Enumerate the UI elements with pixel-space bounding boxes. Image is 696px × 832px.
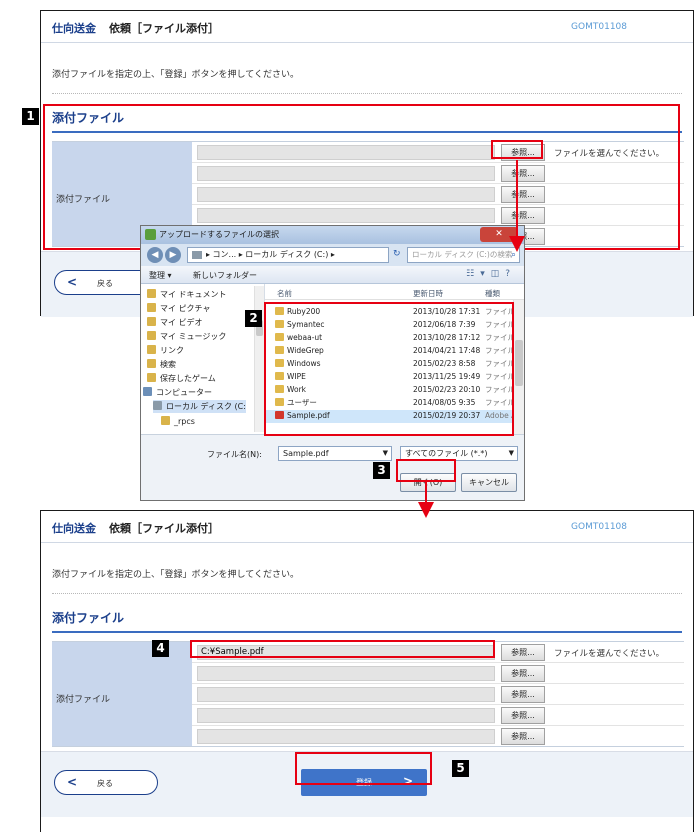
nav-item[interactable]: マイ ミュージック — [147, 330, 226, 343]
divider — [52, 593, 682, 594]
section-title: 添付ファイル — [52, 611, 125, 625]
highlight-file-list — [264, 302, 514, 436]
game-icon — [147, 373, 156, 382]
filename-value: Sample.pdf — [283, 449, 329, 458]
file-input[interactable] — [197, 729, 495, 744]
back-arrow-icon[interactable]: ◀ — [147, 247, 163, 263]
drive-icon — [192, 251, 202, 259]
filename-input[interactable]: Sample.pdf ▼ — [278, 446, 392, 461]
step-1-marker: 1 — [22, 108, 39, 125]
nav-item[interactable]: リンク — [147, 344, 184, 357]
back-label: 戻る — [97, 279, 113, 288]
dialog-toolbar: 整理 ▾ 新しいフォルダー ☷▾◫? — [141, 266, 524, 284]
address-field[interactable]: ▸ コン... ▸ ローカル ディスク (C:) ▸ — [187, 247, 389, 263]
section-underline — [52, 631, 682, 633]
step-4-marker: 4 — [152, 640, 169, 657]
chevron-down-icon[interactable]: ▼ — [383, 447, 388, 460]
browse-button[interactable]: 参照... — [501, 707, 545, 724]
folder-icon — [161, 416, 170, 425]
column-type[interactable]: 種類 — [485, 288, 500, 299]
file-input[interactable] — [197, 666, 495, 681]
nav-item[interactable]: コンピューター — [143, 386, 212, 399]
view-icon[interactable]: ☷▾◫? — [466, 269, 516, 279]
column-name[interactable]: 名前 — [277, 288, 292, 299]
nav-item[interactable]: 検索 — [147, 358, 176, 371]
link-icon — [147, 345, 156, 354]
file-note: ファイルを選んでください。 — [554, 649, 665, 659]
close-icon[interactable]: ✕ — [480, 227, 518, 242]
highlight-file-input — [190, 640, 495, 658]
folder-icon — [147, 303, 156, 312]
highlight-register-button — [295, 752, 432, 785]
navigation-pane: マイ ドキュメント マイ ピクチャ マイ ビデオ マイ ミュージック リンク 検… — [141, 284, 265, 434]
scroll-thumb[interactable] — [515, 340, 523, 386]
page-title: 仕向送金 — [52, 522, 96, 535]
instruction-text: 添付ファイルを指定の上、「登録」ボタンを押してください。 — [52, 570, 299, 580]
browser-icon — [145, 229, 156, 240]
chevron-left-icon: < — [67, 775, 78, 789]
file-row: 参照... — [192, 705, 684, 726]
folder-icon — [147, 289, 156, 298]
dialog-titlebar: アップロードするファイルの選択 ✕ — [141, 226, 524, 244]
browse-button[interactable]: 参照... — [501, 728, 545, 745]
dialog-bottom: ファイル名(N): Sample.pdf ▼ すべてのファイル (*.*) ▼ … — [141, 434, 524, 500]
file-row: 参照... — [192, 663, 684, 684]
refresh-icon[interactable]: ↻ — [393, 249, 401, 259]
attachment-label-cell: 添付ファイル — [52, 642, 192, 746]
folder-icon — [147, 317, 156, 326]
nav-item[interactable]: 保存したゲーム — [147, 372, 216, 385]
cancel-button[interactable]: キャンセル — [461, 473, 517, 492]
filename-label: ファイル名(N): — [207, 450, 262, 459]
step-3-marker: 3 — [373, 462, 390, 479]
computer-icon — [143, 387, 152, 396]
chevron-down-icon[interactable]: ▼ — [509, 447, 514, 460]
search-icon: ⌕ — [510, 250, 516, 260]
page-header: 仕向送金 依頼［ファイル添付］ GOMT01108 — [41, 11, 693, 43]
file-input[interactable] — [197, 687, 495, 702]
divider — [52, 93, 682, 94]
browse-button[interactable]: 参照... — [501, 644, 545, 661]
column-date[interactable]: 更新日時 — [413, 288, 443, 299]
new-folder-button[interactable]: 新しいフォルダー — [193, 270, 257, 281]
dialog-title: アップロードするファイルの選択 — [159, 230, 279, 239]
search-placeholder: ローカル ディスク (C:)の検索 — [412, 250, 513, 259]
page-subtitle: 依頼［ファイル添付］ — [109, 22, 219, 35]
file-row: 参照... — [192, 726, 684, 747]
filetype-value: すべてのファイル (*.*) — [405, 449, 488, 458]
attachment-label: 添付ファイル — [56, 695, 111, 705]
search-input[interactable]: ローカル ディスク (C:)の検索 ⌕ — [407, 247, 520, 263]
nav-item[interactable]: マイ ドキュメント — [147, 288, 227, 301]
file-input[interactable] — [197, 708, 495, 723]
search-icon — [147, 359, 156, 368]
back-label: 戻る — [97, 779, 113, 788]
drive-icon — [153, 401, 162, 410]
highlight-open-button — [396, 459, 456, 482]
address-bar: ◀ ▶ ▸ コン... ▸ ローカル ディスク (C:) ▸ ↻ ローカル ディ… — [141, 244, 524, 266]
list-scrollbar[interactable] — [513, 300, 524, 434]
screen-code: GOMT01108 — [571, 22, 627, 32]
file-row: 参照... — [192, 684, 684, 705]
nav-item[interactable]: _rpcs — [161, 415, 195, 428]
page-header: 仕向送金 依頼［ファイル添付］ GOMT01108 — [41, 511, 693, 543]
organize-button[interactable]: 整理 ▾ — [149, 270, 172, 281]
music-icon — [147, 331, 156, 340]
nav-item[interactable]: ローカル ディスク (C: — [153, 400, 246, 413]
page-subtitle: 依頼［ファイル添付］ — [109, 522, 219, 535]
address-path: ▸ コン... ▸ ローカル ディスク (C:) ▸ — [206, 250, 335, 259]
step-2-marker: 2 — [245, 310, 262, 327]
nav-item[interactable]: マイ ビデオ — [147, 316, 203, 329]
back-button[interactable]: < 戻る — [54, 770, 158, 795]
browse-button[interactable]: 参照... — [501, 665, 545, 682]
nav-scrollbar[interactable] — [254, 286, 264, 432]
nav-item[interactable]: マイ ピクチャ — [147, 302, 210, 315]
page-title: 仕向送金 — [52, 22, 96, 35]
instruction-text: 添付ファイルを指定の上、「登録」ボタンを押してください。 — [52, 70, 299, 80]
step-5-marker: 5 — [452, 760, 469, 777]
file-list-header: 名前 更新日時 種類 — [265, 284, 524, 300]
forward-arrow-icon[interactable]: ▶ — [165, 247, 181, 263]
chevron-left-icon: < — [67, 275, 78, 289]
highlight-browse-button — [491, 140, 543, 159]
screen-code: GOMT01108 — [571, 522, 627, 532]
browse-button[interactable]: 参照... — [501, 686, 545, 703]
